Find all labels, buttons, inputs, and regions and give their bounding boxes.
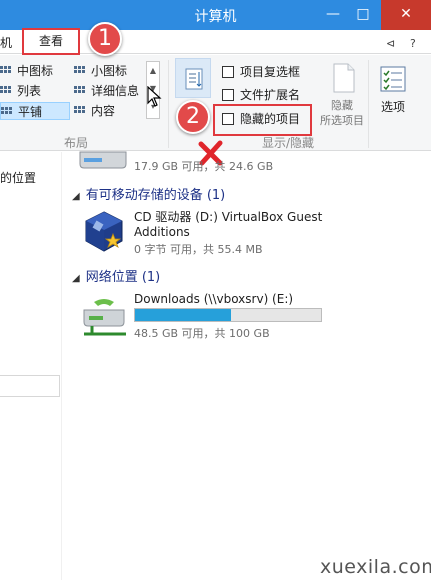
layout-medium-icons[interactable]: 中图标 [0, 62, 68, 80]
network-drive-icon[interactable] [80, 296, 130, 336]
drive-c-status: 17.9 GB 可用，共 24.6 GB [134, 160, 274, 173]
ribbon-separator [368, 60, 369, 148]
section-network-locations[interactable]: ◢ 网络位置 (1) [72, 266, 160, 285]
show-hide-group-label: 显示/隐藏 [262, 136, 315, 150]
cd-drive-status: 0 字节 可用，共 55.4 MB [134, 243, 263, 256]
navigation-pane [0, 152, 62, 580]
options-icon [380, 66, 406, 92]
small-icons-icon [74, 66, 86, 76]
layout-details[interactable]: 详细信息 [74, 82, 144, 100]
cd-drive-virtualbox-icon[interactable] [80, 208, 128, 256]
nav-pane-box [0, 375, 60, 397]
pin-icon[interactable]: ⊲ [386, 37, 395, 50]
hide-selected-button[interactable]: 隐藏 所选项目 [318, 62, 366, 134]
network-drive-usage-fill [135, 309, 231, 321]
layout-content[interactable]: 内容 [74, 102, 144, 120]
sort-by-icon [185, 68, 203, 90]
hide-selected-label: 隐藏 所选项目 [320, 99, 364, 127]
tiles-icon [1, 107, 13, 117]
checkbox-file-extensions[interactable]: 文件扩展名 [222, 86, 300, 104]
checkbox-item-checkboxes[interactable]: 项目复选框 [222, 63, 300, 81]
network-drive-status: 48.5 GB 可用，共 100 GB [134, 327, 270, 340]
options-button[interactable]: 选项 [372, 62, 414, 118]
item-checkboxes-box[interactable] [222, 66, 234, 78]
layout-small-icons[interactable]: 小图标 [74, 62, 144, 80]
file-extensions-box[interactable] [222, 89, 234, 101]
collapse-chevron-icon[interactable]: ◢ [72, 191, 80, 202]
mouse-cursor-icon [146, 85, 162, 108]
content-icon [74, 106, 86, 116]
network-drive-usage-bar [134, 308, 322, 322]
cd-drive-name[interactable]: CD 驱动器 (D:) VirtualBox Guest Additions [134, 210, 334, 240]
details-icon [74, 86, 86, 96]
list-icon [0, 86, 12, 96]
layout-list[interactable]: 列表 [0, 82, 68, 100]
collapse-chevron-icon[interactable]: ◢ [72, 273, 80, 284]
nav-item-locations[interactable]: 的位置 [0, 169, 36, 186]
help-icon[interactable]: ? [410, 37, 416, 50]
step-2-badge: 2 [176, 100, 210, 134]
section-removable-storage[interactable]: ◢ 有可移动存储的设备 (1) [72, 184, 225, 203]
hidden-items-highlight [213, 104, 312, 136]
watermark: xuexila.com [320, 556, 431, 578]
layout-tiles[interactable]: 平铺 [0, 102, 70, 120]
options-label: 选项 [380, 100, 405, 114]
ribbon-separator [168, 60, 169, 148]
hard-drive-icon [79, 151, 127, 169]
sort-by-button[interactable] [175, 58, 211, 98]
minimize-button[interactable]: — [318, 0, 348, 30]
medium-icons-icon [0, 66, 12, 76]
tab-view[interactable]: 查看 [22, 28, 80, 55]
scroll-up-icon[interactable]: ▲ [147, 62, 159, 80]
maximize-button[interactable]: □ [348, 0, 378, 30]
hide-selected-icon [333, 63, 355, 93]
network-drive-name[interactable]: Downloads (\\vboxsrv) (E:) [134, 292, 293, 307]
step-1-badge: 1 [88, 22, 122, 56]
tab-computer-partial[interactable]: 机 [0, 34, 12, 51]
close-button[interactable]: ✕ [381, 0, 431, 30]
layout-group-label: 布局 [64, 136, 89, 150]
